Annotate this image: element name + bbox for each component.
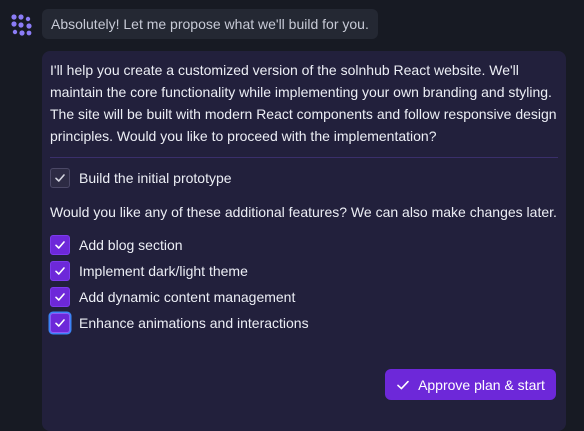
divider xyxy=(50,157,558,158)
feature-checkbox[interactable] xyxy=(50,313,70,333)
intro-message: Absolutely! Let me propose what we'll bu… xyxy=(42,9,378,39)
check-icon xyxy=(55,241,65,249)
feature-checkbox[interactable] xyxy=(50,287,70,307)
base-item-label: Build the initial prototype xyxy=(79,170,232,186)
check-icon xyxy=(55,174,65,182)
approve-button-label: Approve plan & start xyxy=(418,376,545,393)
base-item-row[interactable]: Build the initial prototype xyxy=(50,167,558,189)
feature-row-theme[interactable]: Implement dark/light theme xyxy=(50,260,558,282)
approve-plan-button[interactable]: Approve plan & start xyxy=(385,369,556,400)
feature-label: Enhance animations and interactions xyxy=(79,315,309,331)
feature-checkbox[interactable] xyxy=(50,235,70,255)
logo-icon xyxy=(11,14,32,36)
base-item-checkbox[interactable] xyxy=(50,168,70,188)
check-icon xyxy=(55,293,65,301)
feature-row-animations[interactable]: Enhance animations and interactions xyxy=(50,312,558,334)
feature-label: Implement dark/light theme xyxy=(79,263,248,279)
check-icon xyxy=(396,378,410,392)
feature-label: Add blog section xyxy=(79,237,183,253)
feature-label: Add dynamic content management xyxy=(79,289,296,305)
plan-card: I'll help you create a customized versio… xyxy=(42,51,566,431)
feature-row-cms[interactable]: Add dynamic content management xyxy=(50,286,558,308)
features-prompt: Would you like any of these additional f… xyxy=(50,204,557,220)
assistant-avatar xyxy=(10,13,34,37)
check-icon xyxy=(55,267,65,275)
feature-row-blog[interactable]: Add blog section xyxy=(50,234,558,256)
feature-checkbox[interactable] xyxy=(50,261,70,281)
plan-description: I'll help you create a customized versio… xyxy=(50,62,557,144)
check-icon xyxy=(55,319,65,327)
